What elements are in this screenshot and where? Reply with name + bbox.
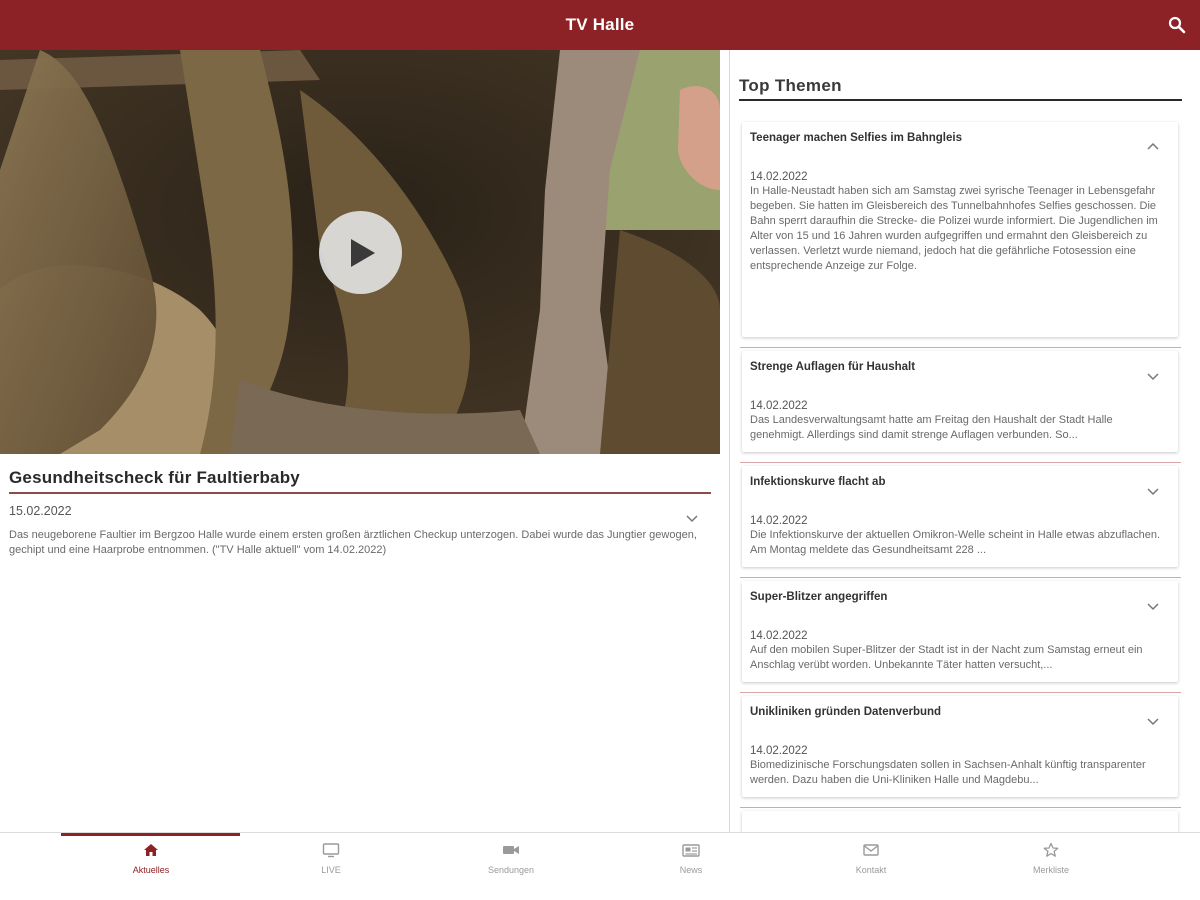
topic-card[interactable]: Teenager machen Selfies im Bahngleis 14.… [742, 122, 1178, 337]
app-title: TV Halle [565, 15, 635, 34]
topic-title: Teenager machen Selfies im Bahngleis [750, 132, 962, 144]
mail-icon [862, 841, 880, 859]
divider [740, 807, 1181, 808]
topic-card[interactable]: Unikliniken gründen Datenverbund 14.02.2… [742, 696, 1178, 797]
divider [740, 577, 1181, 578]
topic-text: In Halle-Neustadt haben sich am Samstag … [750, 185, 1158, 272]
topic-date: 14.02.2022 [750, 171, 808, 183]
topic-text: Auf den mobilen Super-Blitzer der Stadt … [750, 644, 1143, 671]
play-button[interactable] [319, 211, 402, 294]
search-icon[interactable] [1166, 14, 1188, 36]
app-bar: TV Halle [0, 0, 1200, 50]
topic-title: Super-Blitzer angegriffen [750, 591, 888, 603]
tab-sendungen[interactable]: Sendungen [421, 833, 601, 900]
article-text: Das neugeborene Faultier im Bergzoo Hall… [9, 529, 697, 556]
video-player[interactable] [0, 50, 720, 454]
video-camera-icon [502, 841, 520, 859]
topic-text: Die Infektionskurve der aktuellen Omikro… [750, 529, 1161, 556]
tab-label: LIVE [321, 865, 341, 875]
top-topics: Top Themen Teenager machen Selfies im Ba… [739, 50, 1183, 832]
featured-article: Gesundheitscheck für Faultierbaby 15.02.… [0, 50, 720, 832]
topic-card[interactable]: Strenge Auflagen für Haushalt 14.02.2022… [742, 351, 1178, 452]
tab-kontakt[interactable]: Kontakt [781, 833, 961, 900]
newspaper-icon [682, 841, 700, 859]
topic-date: 14.02.2022 [750, 630, 808, 642]
chevron-down-icon[interactable] [1146, 714, 1160, 728]
column-divider [729, 50, 730, 832]
section-title: Top Themen [739, 76, 1182, 101]
tab-merkliste[interactable]: Merkliste [961, 833, 1141, 900]
tab-label: Kontakt [855, 865, 887, 875]
topic-date: 14.02.2022 [750, 400, 808, 412]
topic-date: 14.02.2022 [750, 745, 808, 757]
tv-icon [322, 841, 340, 859]
topic-date: 14.02.2022 [750, 515, 808, 527]
chevron-down-icon[interactable] [685, 512, 701, 528]
divider [740, 462, 1181, 463]
chevron-down-icon[interactable] [1146, 484, 1160, 498]
topic-card[interactable]: Super-Blitzer angegriffen 14.02.2022 Auf… [742, 581, 1178, 682]
tab-aktuelles[interactable]: Aktuelles [61, 833, 241, 900]
topic-card[interactable] [742, 811, 1178, 832]
article-title: Gesundheitscheck für Faultierbaby [9, 468, 711, 494]
topic-title: Unikliniken gründen Datenverbund [750, 706, 942, 718]
play-icon [350, 238, 375, 267]
topic-title: Infektionskurve flacht ab [750, 476, 886, 488]
divider [740, 347, 1181, 348]
tab-label: Merkliste [1032, 865, 1069, 875]
topic-text: Biomedizinische Forschungsdaten sollen i… [750, 759, 1146, 786]
chevron-up-icon[interactable] [1146, 140, 1160, 154]
tab-label: Aktuelles [132, 865, 170, 875]
chevron-down-icon[interactable] [1146, 369, 1160, 383]
star-icon [1042, 841, 1060, 859]
topic-card[interactable]: Infektionskurve flacht ab 14.02.2022 Die… [742, 466, 1178, 567]
tab-label: Sendungen [487, 865, 535, 875]
tab-label: News [679, 865, 703, 875]
article-date: 15.02.2022 [9, 504, 72, 518]
tab-live[interactable]: LIVE [241, 833, 421, 900]
topic-text: Das Landesverwaltungsamt hatte am Freita… [750, 414, 1113, 441]
bottom-navigation: Aktuelles LIVE Sendungen News Kontakt Me… [0, 832, 1200, 900]
home-icon [142, 841, 160, 859]
topic-title: Strenge Auflagen für Haushalt [750, 361, 916, 373]
chevron-down-icon[interactable] [1146, 599, 1160, 613]
tab-news[interactable]: News [601, 833, 781, 900]
divider [740, 692, 1181, 693]
